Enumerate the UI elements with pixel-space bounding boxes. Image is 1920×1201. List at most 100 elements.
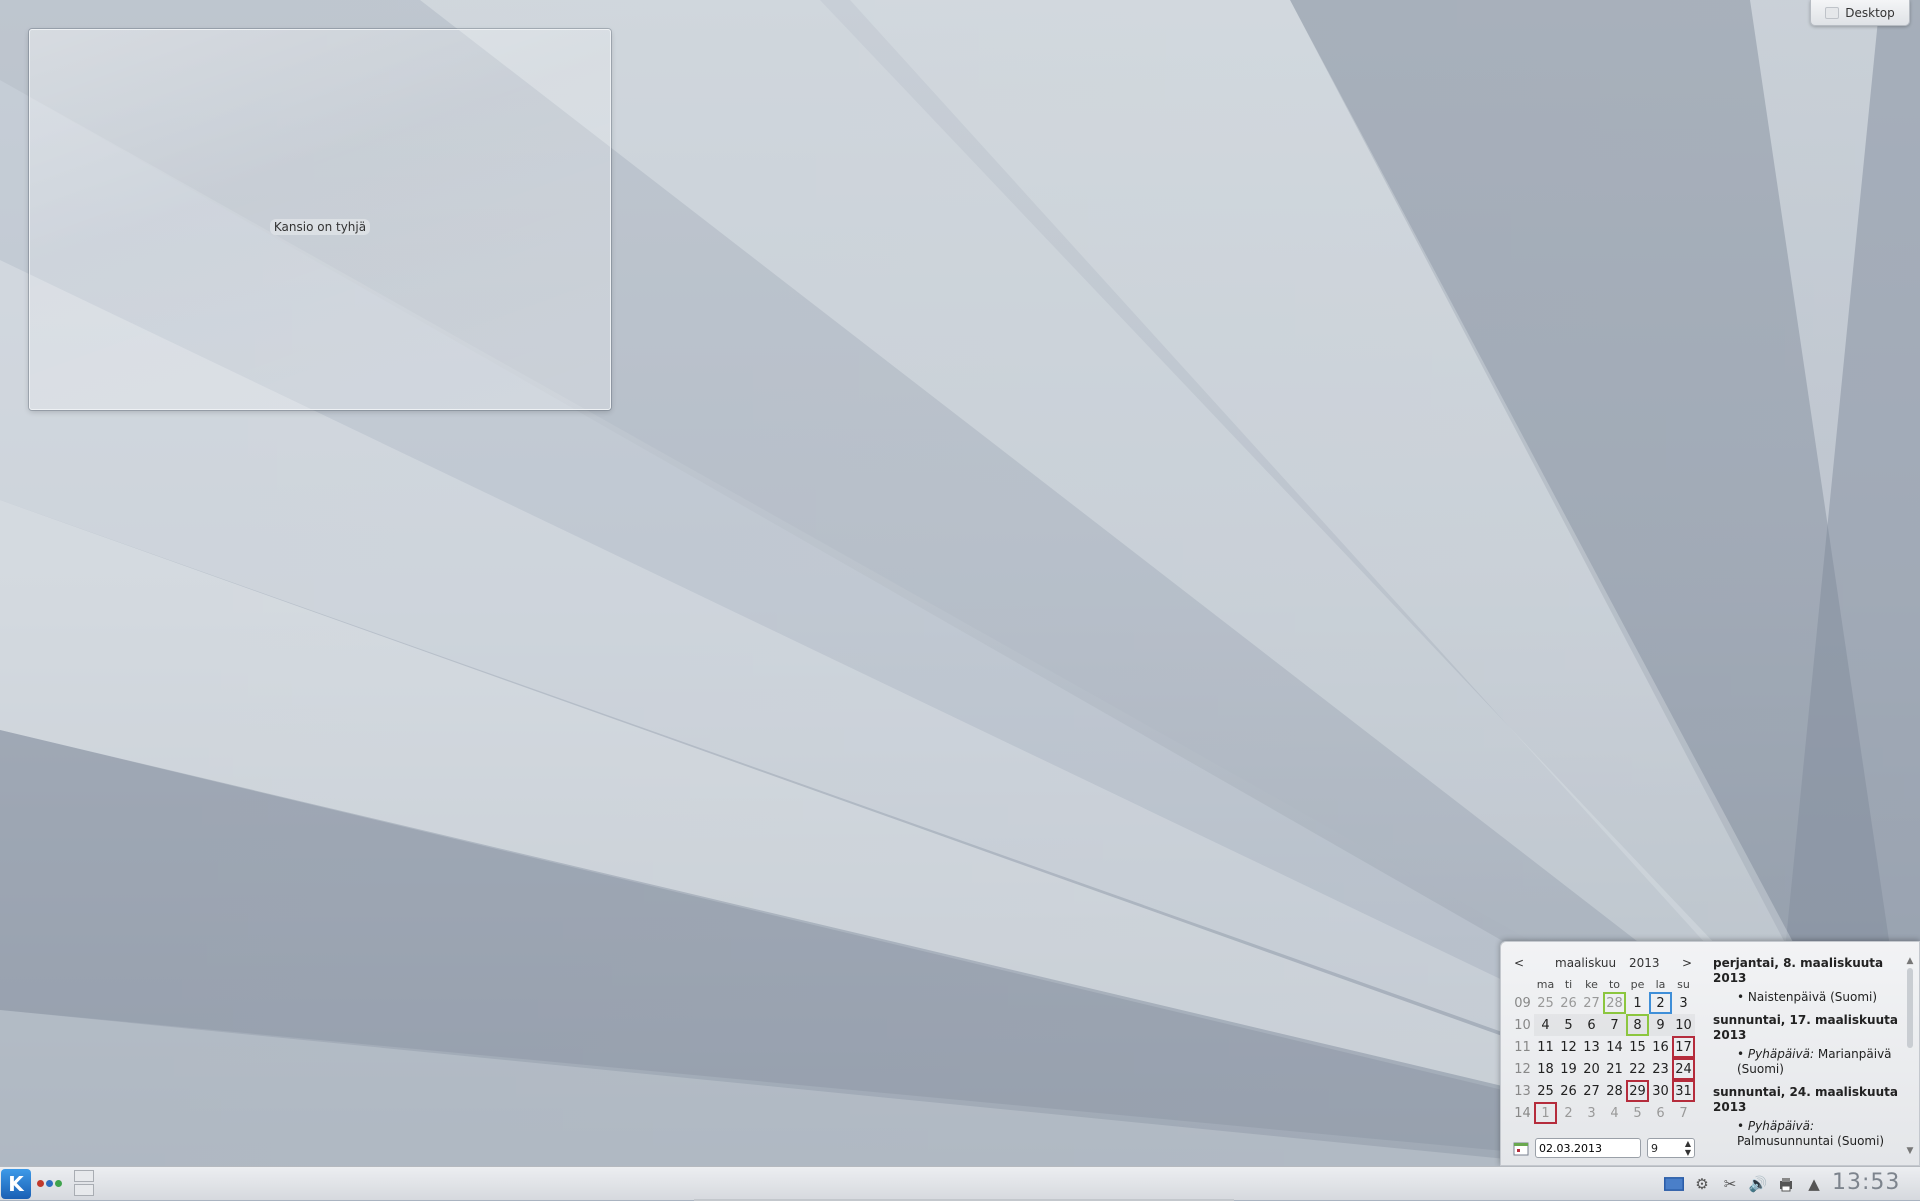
week-number: 14 xyxy=(1514,1105,1531,1121)
pager-desktop-1[interactable] xyxy=(74,1170,94,1182)
calendar-day-holiday[interactable]: 29 xyxy=(1626,1080,1649,1102)
folder-empty-message: Kansio on tyhjä xyxy=(30,219,610,235)
weekday-header: ma xyxy=(1536,977,1555,991)
calendar-day[interactable]: 6 xyxy=(1580,1014,1603,1036)
event-date-heading: perjantai, 8. maaliskuuta 2013 xyxy=(1713,956,1884,985)
scroll-thumb[interactable] xyxy=(1907,968,1913,1048)
month-selector[interactable]: maaliskuu xyxy=(1555,956,1625,970)
scroll-down-icon[interactable]: ▼ xyxy=(1905,1146,1915,1156)
calendar-day[interactable]: 6 xyxy=(1649,1102,1672,1124)
event-date-heading: sunnuntai, 17. maaliskuuta 2013 xyxy=(1713,1013,1898,1042)
calendar-day[interactable]: 18 xyxy=(1534,1058,1557,1080)
calendar-day[interactable]: 19 xyxy=(1557,1058,1580,1080)
calendar-day[interactable]: 30 xyxy=(1649,1080,1672,1102)
weekday-header: ke xyxy=(1585,977,1598,991)
desktop-toolbox-icon xyxy=(1825,6,1840,19)
week-number: 11 xyxy=(1514,1039,1531,1055)
system-tray: ⚙ ✂ 🔊 ▲ xyxy=(1664,1171,1824,1197)
application-launcher-button[interactable]: K xyxy=(1,1169,31,1199)
calendar-day[interactable]: 3 xyxy=(1672,992,1695,1014)
calendar-day[interactable]: 5 xyxy=(1626,1102,1649,1124)
calendar-day[interactable]: 16 xyxy=(1649,1036,1672,1058)
calendar-day[interactable]: 4 xyxy=(1603,1102,1626,1124)
week-number: 13 xyxy=(1514,1083,1531,1099)
calendar-day[interactable]: 22 xyxy=(1626,1058,1649,1080)
calendar-day[interactable]: 7 xyxy=(1672,1102,1695,1124)
weekday-header: pe xyxy=(1630,977,1645,991)
calendar-day[interactable]: 23 xyxy=(1649,1058,1672,1080)
event-item: Pyhäpäivä: Palmusunnuntai (Suomi) xyxy=(1737,1119,1903,1149)
calendar-day[interactable]: 27 xyxy=(1580,992,1603,1014)
calendar-day-selected[interactable]: 2 xyxy=(1649,992,1672,1014)
weekday-header: to xyxy=(1608,977,1621,991)
folder-view-widget[interactable]: Kansio on tyhjä xyxy=(29,29,611,410)
calendar-day[interactable]: 25 xyxy=(1534,992,1557,1014)
event-date-heading: sunnuntai, 24. maaliskuuta 2013 xyxy=(1713,1085,1898,1114)
week-number: 10 xyxy=(1514,1017,1531,1033)
weekday-header: la xyxy=(1655,977,1666,991)
calendar-day[interactable]: 28 xyxy=(1603,992,1626,1014)
calendar-day[interactable]: 9 xyxy=(1649,1014,1672,1036)
calendar-date-row: 9 ▲▼ xyxy=(1513,1138,1695,1158)
printer-icon[interactable] xyxy=(1776,1174,1796,1194)
next-month-button[interactable]: > xyxy=(1679,956,1695,970)
week-number: 09 xyxy=(1514,995,1531,1011)
calendar-day[interactable]: 28 xyxy=(1603,1080,1626,1102)
previous-month-button[interactable]: < xyxy=(1511,956,1527,970)
scroll-up-icon[interactable]: ▲ xyxy=(1905,956,1915,966)
settings-icon[interactable]: ⚙ xyxy=(1692,1174,1712,1194)
events-scrollbar[interactable]: ▲ ▼ xyxy=(1905,956,1915,1156)
calendar-popup[interactable]: < maaliskuu 2013 > ma ti ke to pe la su … xyxy=(1500,941,1920,1166)
calendar-day-holiday[interactable]: 24 xyxy=(1672,1058,1695,1080)
calendar-day-holiday[interactable]: 1 xyxy=(1534,1102,1557,1124)
year-selector[interactable]: 2013 xyxy=(1629,956,1679,970)
calendar-day-holiday[interactable]: 31 xyxy=(1672,1080,1695,1102)
calendar-day[interactable]: 21 xyxy=(1603,1058,1626,1080)
calendar-day[interactable]: 15 xyxy=(1626,1036,1649,1058)
pager-desktop-2[interactable] xyxy=(74,1184,94,1196)
calendar-day[interactable]: 4 xyxy=(1534,1014,1557,1036)
virtual-desktop-pager[interactable] xyxy=(74,1170,94,1198)
calendar-day[interactable]: 5 xyxy=(1557,1014,1580,1036)
calendar-grid: ma ti ke to pe la su 09 25 26 27 28 1 2 … xyxy=(1511,976,1695,1124)
calendar-day[interactable]: 26 xyxy=(1557,992,1580,1014)
calendar-day[interactable]: 1 xyxy=(1626,992,1649,1014)
week-spin-value: 9 xyxy=(1651,1141,1658,1155)
spin-arrows-icon[interactable]: ▲ ▼ xyxy=(1682,1139,1694,1157)
week-number: 12 xyxy=(1514,1061,1531,1077)
event-item: Naistenpäivä (Suomi) xyxy=(1737,990,1903,1005)
calendar-day-today[interactable]: 8 xyxy=(1626,1014,1649,1036)
scissors-icon[interactable]: ✂ xyxy=(1720,1174,1740,1194)
date-input[interactable] xyxy=(1535,1138,1641,1158)
week-number-header xyxy=(1511,976,1534,992)
calendar-day[interactable]: 26 xyxy=(1557,1080,1580,1102)
weekday-header: ti xyxy=(1564,977,1573,991)
display-icon[interactable] xyxy=(1664,1174,1684,1194)
calendar-day[interactable]: 7 xyxy=(1603,1014,1626,1036)
calendar-header: < maaliskuu 2013 > xyxy=(1511,952,1701,974)
expand-up-icon[interactable]: ▲ xyxy=(1804,1174,1824,1194)
calendar-day[interactable]: 25 xyxy=(1534,1080,1557,1102)
activity-manager-icon[interactable] xyxy=(37,1180,62,1187)
calendar-today-icon[interactable] xyxy=(1513,1140,1529,1156)
calendar-day[interactable]: 11 xyxy=(1534,1036,1557,1058)
week-number-spinbox[interactable]: 9 ▲ ▼ xyxy=(1647,1138,1695,1158)
desktop-toolbox-label: Desktop xyxy=(1845,5,1895,20)
digital-clock[interactable]: 13:53 xyxy=(1832,1170,1900,1195)
calendar-day[interactable]: 10 xyxy=(1672,1014,1695,1036)
calendar-day[interactable]: 3 xyxy=(1580,1102,1603,1124)
taskbar-panel: K ⚙ ✂ 🔊 ▲ 13:53 xyxy=(0,1166,1920,1201)
calendar-day[interactable]: 2 xyxy=(1557,1102,1580,1124)
calendar-day[interactable]: 14 xyxy=(1603,1036,1626,1058)
calendar-day[interactable]: 13 xyxy=(1580,1036,1603,1058)
calendar-month-view: < maaliskuu 2013 > ma ti ke to pe la su … xyxy=(1511,952,1701,1124)
event-item: Pyhäpäivä: Marianpäivä (Suomi) xyxy=(1737,1047,1903,1077)
volume-icon[interactable]: 🔊 xyxy=(1748,1174,1768,1194)
calendar-day[interactable]: 20 xyxy=(1580,1058,1603,1080)
calendar-day-holiday[interactable]: 17 xyxy=(1672,1036,1695,1058)
calendar-day[interactable]: 27 xyxy=(1580,1080,1603,1102)
calendar-day[interactable]: 12 xyxy=(1557,1036,1580,1058)
calendar-events-list: perjantai, 8. maaliskuuta 2013 Naistenpä… xyxy=(1713,956,1903,1156)
weekday-header: su xyxy=(1677,977,1690,991)
desktop-toolbox-button[interactable]: Desktop xyxy=(1810,0,1910,26)
